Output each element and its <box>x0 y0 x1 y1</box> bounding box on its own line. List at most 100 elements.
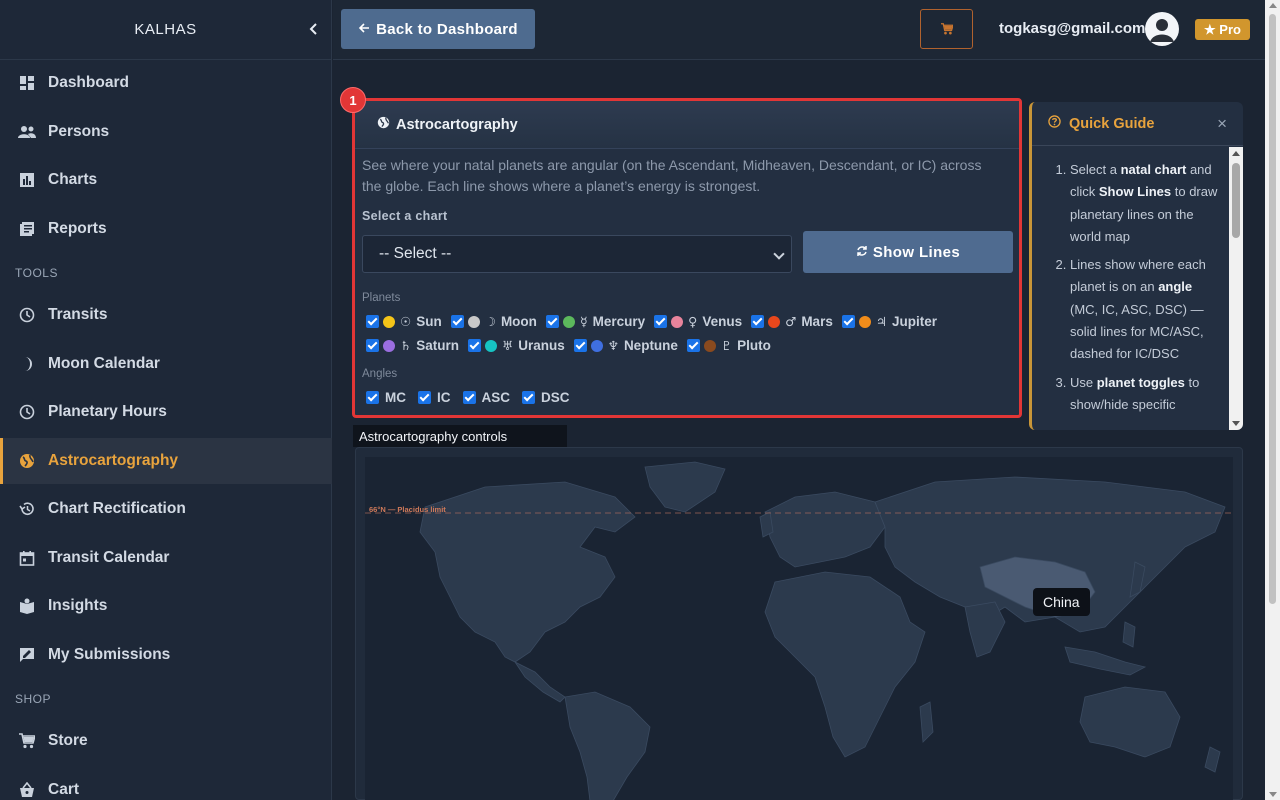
mars-glyph-icon: ♂ <box>785 314 797 329</box>
sidebar-item-transit-calendar[interactable]: Transit Calendar <box>0 535 332 581</box>
sidebar-item-astrocartography[interactable]: Astrocartography <box>0 438 332 484</box>
checkbox[interactable] <box>366 391 379 404</box>
scroll-thumb[interactable] <box>1269 14 1276 604</box>
angle-toggle-mc[interactable]: MC <box>366 390 406 405</box>
bar-chart-icon <box>18 171 36 189</box>
show-lines-label: Show Lines <box>872 243 961 261</box>
pro-badge: ★ Pro <box>1195 19 1250 40</box>
uranus-glyph-icon: ♅ <box>501 338 514 353</box>
avatar[interactable] <box>1145 12 1179 46</box>
sidebar-item-my-submissions[interactable]: My Submissions <box>0 632 332 678</box>
sidebar-item-chart-rectification[interactable]: Chart Rectification <box>0 486 332 532</box>
angle-toggle-asc[interactable]: ASC <box>462 390 510 405</box>
scroll-thumb[interactable] <box>1232 163 1240 238</box>
close-icon[interactable]: × <box>1217 114 1227 134</box>
checkbox[interactable] <box>467 339 481 352</box>
checkbox[interactable] <box>686 339 700 352</box>
back-to-dashboard-button[interactable]: Back to Dashboard <box>341 9 535 49</box>
quick-guide-title: Quick Guide <box>1069 115 1155 132</box>
guide-scrollbar[interactable] <box>1229 147 1243 430</box>
checkbox[interactable] <box>366 339 379 352</box>
scroll-down-arrow-icon[interactable] <box>1269 792 1277 797</box>
guide-step: Use planet toggles to show/hide specific <box>1070 372 1222 417</box>
quick-guide-body: Select a natal chart and click Show Line… <box>1032 147 1230 430</box>
checkbox[interactable] <box>450 315 464 328</box>
page-scrollbar[interactable] <box>1265 0 1280 800</box>
pluto-glyph-icon: ♇ <box>720 338 733 353</box>
planet-name: Jupiter <box>892 314 938 329</box>
planet-toggles-row-1: ☉ Sun ☽ Moon ☿ Mercury ♀ Venus ♂ Mars ♃ Jupite… <box>366 314 946 329</box>
checkbox[interactable] <box>573 339 587 352</box>
sun-dot-icon <box>383 315 395 328</box>
scroll-down-arrow-icon[interactable] <box>1232 421 1240 426</box>
moon-icon <box>18 355 36 373</box>
select-chart-label: Select a chart <box>362 209 448 223</box>
checkbox[interactable] <box>522 391 536 404</box>
planet-toggle-saturn[interactable]: ♄ Saturn <box>366 338 459 353</box>
sidebar-item-reports[interactable]: Reports <box>0 206 332 252</box>
sidebar-item-charts[interactable]: Charts <box>0 157 332 203</box>
calendar-icon <box>18 549 36 567</box>
user-icon <box>1150 19 1174 42</box>
land-south-america <box>564 691 651 800</box>
land-greenland <box>644 461 726 513</box>
angle-toggle-ic[interactable]: IC <box>418 390 451 405</box>
panel-title: Astrocartography <box>396 116 518 133</box>
world-map-svg <box>365 461 1233 800</box>
panel-header: Astrocartography <box>355 101 1019 149</box>
angle-toggle-dsc[interactable]: DSC <box>522 390 570 405</box>
back-button-label: Back to Dashboard <box>376 20 518 38</box>
sidebar-item-dashboard[interactable]: Dashboard <box>0 60 332 106</box>
planet-name: Saturn <box>416 338 459 353</box>
chevron-left-icon[interactable] <box>307 22 321 36</box>
neptune-dot-icon <box>590 339 603 352</box>
sidebar-item-insights[interactable]: Insights <box>0 583 332 629</box>
sidebar-item-label: Insights <box>48 597 108 614</box>
planet-toggle-neptune[interactable]: ♆ Neptune <box>573 338 678 353</box>
checkbox[interactable] <box>751 315 765 328</box>
sidebar-item-label: Transit Calendar <box>48 549 170 566</box>
planet-toggle-mars[interactable]: ♂ Mars <box>751 314 833 329</box>
planet-name: Mercury <box>592 314 646 329</box>
chart-select[interactable]: -- Select -- <box>362 235 792 273</box>
checkbox[interactable] <box>545 315 559 328</box>
sidebar-item-moon-calendar[interactable]: Moon Calendar <box>0 341 332 387</box>
country-tooltip: China <box>1033 588 1090 616</box>
sidebar-item-transits[interactable]: Transits <box>0 292 332 338</box>
sidebar-item-label: Moon Calendar <box>48 355 160 372</box>
planet-toggle-uranus[interactable]: ♅ Uranus <box>467 338 565 353</box>
moon-dot-icon <box>467 315 480 328</box>
saturn-glyph-icon: ♄ <box>400 338 412 353</box>
cart-button[interactable] <box>920 9 973 49</box>
checkbox[interactable] <box>418 391 431 404</box>
sidebar-item-label: Chart Rectification <box>48 500 186 517</box>
venus-glyph-icon: ♀ <box>688 314 698 329</box>
planet-name: Venus <box>702 314 743 329</box>
scroll-up-arrow-icon[interactable] <box>1269 3 1277 8</box>
show-lines-button[interactable]: Show Lines <box>803 231 1013 273</box>
sidebar-item-store[interactable]: Store <box>0 718 332 764</box>
guide-text: (MC, IC, ASC, DSC) — solid lines for MC/… <box>1070 301 1204 362</box>
planet-toggle-mercury[interactable]: ☿ Mercury <box>545 314 646 329</box>
checkbox[interactable] <box>654 315 668 328</box>
sidebar-item-cart[interactable]: Cart <box>0 767 332 800</box>
planet-toggle-pluto[interactable]: ♇ Pluto <box>686 338 771 353</box>
land-europe <box>764 491 886 568</box>
scroll-up-arrow-icon[interactable] <box>1232 151 1240 156</box>
quick-guide-header: Quick Guide <box>1032 102 1243 146</box>
checkbox[interactable] <box>841 315 855 328</box>
checkbox[interactable] <box>366 315 379 328</box>
sidebar-item-label: Reports <box>48 220 107 237</box>
sun-glyph-icon: ☉ <box>400 314 412 329</box>
sidebar-item-planetary-hours[interactable]: Planetary Hours <box>0 389 332 435</box>
planet-toggle-moon[interactable]: ☽ Moon <box>450 314 537 329</box>
land-indonesia <box>1064 646 1147 676</box>
checkbox[interactable] <box>462 391 476 404</box>
guide-text: Show Lines <box>1098 184 1172 200</box>
planet-toggle-sun[interactable]: ☉ Sun <box>366 314 442 329</box>
guide-step: Lines show where each planet is on an an… <box>1070 254 1222 365</box>
world-map[interactable]: 66°N — Placidus limit <box>365 457 1233 800</box>
sidebar-item-persons[interactable]: Persons <box>0 109 332 155</box>
planet-toggle-venus[interactable]: ♀ Venus <box>654 314 742 329</box>
planet-toggle-jupiter[interactable]: ♃ Jupiter <box>841 314 938 329</box>
